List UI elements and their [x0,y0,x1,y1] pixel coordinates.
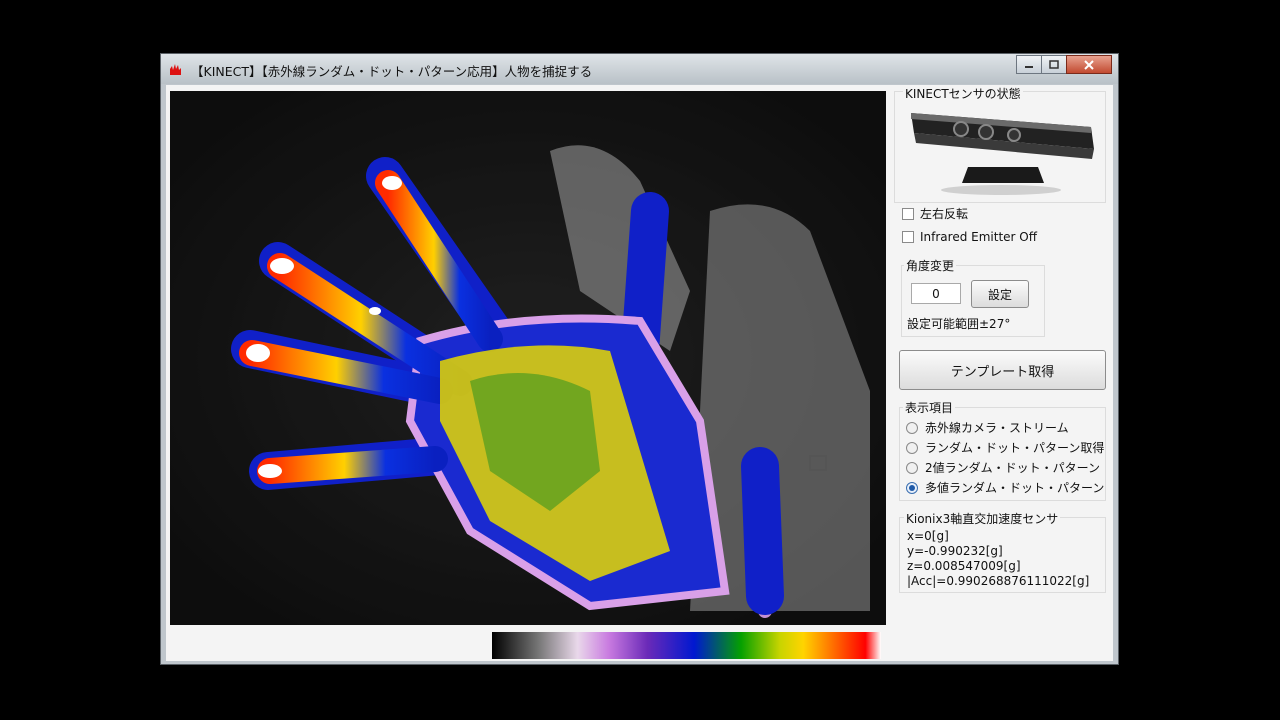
emitter-checkbox-box[interactable] [902,231,914,243]
accel-z: z=0.008547009[g] [907,559,1021,573]
maximize-button[interactable] [1041,55,1067,74]
emitter-label: Infrared Emitter Off [920,230,1037,244]
display-option-multi-pattern[interactable]: 多値ランダム・ドット・パターン [906,479,1104,496]
radio-multi-pattern[interactable] [906,481,918,494]
template-button[interactable]: テンプレート取得 [899,350,1106,390]
minimize-icon [1025,65,1033,68]
flip-label: 左右反転 [920,207,969,221]
radio-binary-pattern[interactable] [906,461,918,474]
display-option-label: 2値ランダム・ドット・パターン [925,461,1101,475]
close-button[interactable] [1066,55,1112,74]
control-panel: KINECTセンサの状態 左右反転 Infrared Emitter Off 角… [894,85,1110,661]
app-window: 【KINECT】【赤外線ランダム・ドット・パターン応用】人物を捕捉する KINE… [160,53,1119,665]
heatmap-image [170,91,886,625]
display-option-binary-pattern[interactable]: 2値ランダム・ドット・パターン [906,459,1100,476]
sensor-status-label: KINECTセンサの状態 [903,85,1023,102]
flip-checkbox[interactable]: 左右反転 [902,205,968,222]
emitter-checkbox[interactable]: Infrared Emitter Off [902,230,1037,244]
app-icon [170,64,181,75]
minimize-button[interactable] [1016,55,1042,74]
flip-checkbox-box[interactable] [902,207,914,220]
angle-group-label: 角度変更 [904,257,957,274]
radio-dot-pattern[interactable] [906,441,918,454]
angle-range-text: 設定可能範囲±27° [907,317,1011,331]
accel-y: y=-0.990232[g] [907,544,1003,558]
maximize-icon [1049,60,1059,69]
angle-set-button[interactable]: 設定 [971,280,1029,308]
window-title: 【KINECT】【赤外線ランダム・ドット・パターン応用】人物を捕捉する [191,64,593,79]
display-option-label: ランダム・ドット・パターン取得 [925,441,1105,455]
infrared-viewport [170,91,886,625]
angle-input[interactable]: 0 [911,283,961,304]
display-option-label: 赤外線カメラ・ストリーム [925,421,1069,435]
display-option-label: 多値ランダム・ドット・パターン [925,481,1105,495]
kinect-sensor-image [911,113,1094,195]
client-area: KINECTセンサの状態 左右反転 Infrared Emitter Off 角… [166,85,1113,661]
display-option-dot-pattern[interactable]: ランダム・ドット・パターン取得 [906,439,1104,456]
window-controls [1016,55,1112,75]
accel-magnitude: |Acc|=0.990268876111022[g] [907,574,1090,588]
display-group-label: 表示項目 [903,399,956,416]
accel-group-label: Kionix3軸直交加速度センサ [904,510,1061,527]
radio-ir-stream[interactable] [906,421,918,434]
title-bar[interactable]: 【KINECT】【赤外線ランダム・ドット・パターン応用】人物を捕捉する [161,54,1118,84]
close-icon [1084,59,1094,70]
display-option-ir-stream[interactable]: 赤外線カメラ・ストリーム [906,419,1069,436]
color-scale-bar [492,632,881,659]
accel-x: x=0[g] [907,529,949,543]
